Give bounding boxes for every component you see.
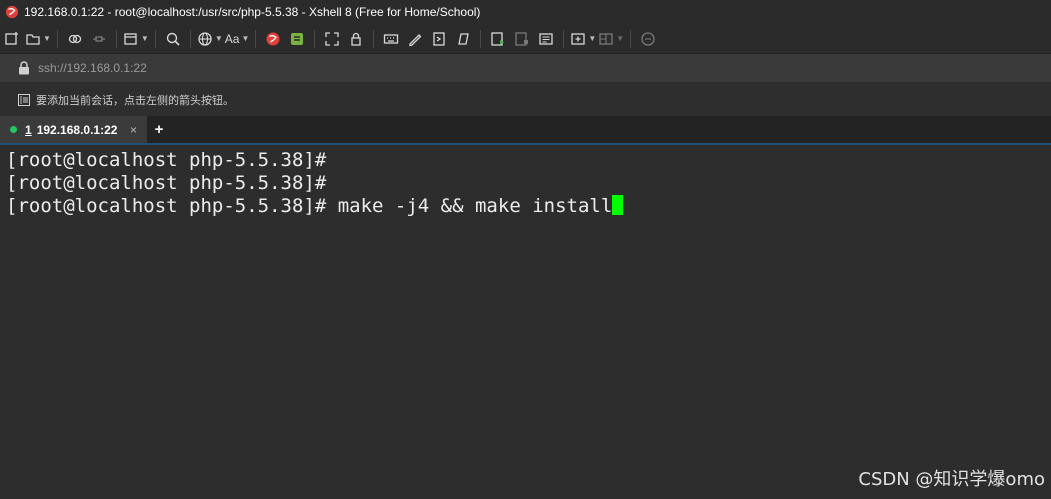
reconnect-icon bbox=[68, 34, 82, 43]
tab-session-1[interactable]: 1 192.168.0.1:22 × bbox=[0, 116, 147, 143]
chevron-down-icon: ▼ bbox=[140, 34, 149, 43]
new-window-icon bbox=[124, 32, 137, 45]
chat-button[interactable] bbox=[637, 28, 659, 50]
terminal-line-text: [root@localhost php-5.5.38]# make -j4 &&… bbox=[6, 195, 613, 217]
layout-button[interactable]: ▼ bbox=[598, 28, 624, 50]
sftp-button[interactable] bbox=[452, 28, 474, 50]
lock-icon bbox=[19, 61, 29, 75]
toolbar-separator bbox=[115, 29, 117, 48]
session-hint-bar: 要添加当前会话，点击左侧的箭头按钮。 bbox=[0, 84, 1051, 116]
xftp-icon bbox=[291, 32, 304, 45]
title-bar: 192.168.0.1:22 - root@localhost:/usr/src… bbox=[0, 0, 1051, 24]
terminal-line-current: [root@localhost php-5.5.38]# make -j4 &&… bbox=[0, 195, 1051, 218]
toolbar-separator bbox=[563, 29, 565, 48]
close-tab-icon[interactable]: × bbox=[130, 123, 137, 137]
start-recording-icon bbox=[491, 31, 505, 46]
session-bar-arrow-icon[interactable] bbox=[18, 94, 30, 106]
stop-recording-icon bbox=[515, 31, 529, 46]
toolbar-separator bbox=[314, 29, 316, 48]
globe-icon bbox=[198, 31, 212, 46]
keyboard-button[interactable] bbox=[380, 28, 402, 50]
toolbar-separator bbox=[480, 29, 482, 48]
watermark: CSDN @知识学爆omo bbox=[858, 469, 1045, 490]
chevron-down-icon: ▼ bbox=[241, 34, 250, 43]
xshell-icon bbox=[266, 32, 280, 45]
address-url[interactable]: ssh://192.168.0.1:22 bbox=[38, 61, 147, 75]
terminal-area[interactable]: [root@localhost php-5.5.38]# [root@local… bbox=[0, 145, 1051, 499]
chevron-down-icon: ▼ bbox=[43, 34, 51, 43]
toolbar-separator bbox=[189, 29, 191, 48]
session-hint-text: 要添加当前会话，点击左侧的箭头按钮。 bbox=[36, 95, 234, 107]
disconnect-icon bbox=[92, 35, 105, 42]
toolbar-separator bbox=[154, 29, 156, 48]
fullscreen-icon bbox=[325, 31, 340, 46]
log-button[interactable] bbox=[535, 28, 557, 50]
stop-recording-button[interactable] bbox=[511, 28, 533, 50]
compose-button[interactable] bbox=[404, 28, 426, 50]
window-title: 192.168.0.1:22 - root@localhost:/usr/src… bbox=[24, 5, 481, 19]
font-icon: Aa bbox=[224, 31, 240, 46]
keyboard-icon bbox=[384, 33, 399, 44]
chevron-down-icon: ▼ bbox=[588, 34, 597, 43]
address-bar[interactable]: ssh://192.168.0.1:22 bbox=[0, 54, 1051, 82]
xshell-logo-icon bbox=[5, 5, 19, 19]
reconnect-button[interactable] bbox=[64, 28, 86, 50]
font-button[interactable]: Aa ▼ bbox=[225, 28, 250, 50]
xshell-button[interactable] bbox=[262, 28, 284, 50]
layout-icon bbox=[599, 32, 613, 45]
search-icon bbox=[166, 32, 180, 46]
new-tab-button[interactable]: ▼ bbox=[570, 28, 596, 50]
disconnect-button[interactable] bbox=[88, 28, 110, 50]
tab-label: 192.168.0.1:22 bbox=[36, 122, 118, 137]
lock-icon bbox=[351, 32, 362, 46]
open-session-button[interactable]: ▼ bbox=[25, 28, 51, 50]
connection-status-icon bbox=[10, 126, 17, 133]
tab-number: 1 bbox=[25, 122, 32, 137]
start-recording-button[interactable] bbox=[487, 28, 509, 50]
tab-bar: 1 192.168.0.1:22 × + bbox=[0, 116, 1051, 145]
new-session-icon bbox=[5, 31, 18, 45]
xftp-button[interactable] bbox=[286, 28, 308, 50]
search-button[interactable] bbox=[162, 28, 184, 50]
fullscreen-button[interactable] bbox=[321, 28, 343, 50]
new-session-button[interactable] bbox=[1, 28, 23, 50]
terminal-line: [root@localhost php-5.5.38]# bbox=[6, 149, 327, 171]
sftp-icon bbox=[458, 32, 470, 45]
terminal-cursor bbox=[612, 195, 624, 215]
chevron-down-icon: ▼ bbox=[214, 34, 223, 43]
script-icon bbox=[433, 31, 446, 46]
terminal-line: [root@localhost php-5.5.38]# bbox=[6, 172, 327, 194]
toolbar-separator bbox=[373, 29, 375, 48]
toolbar: ▼ ▼ ▼ Aa ▼ ▼ ▼ bbox=[0, 24, 1051, 54]
chat-icon bbox=[641, 31, 655, 46]
new-tab-icon bbox=[571, 32, 586, 45]
chevron-down-icon: ▼ bbox=[616, 34, 625, 43]
toolbar-separator bbox=[56, 29, 58, 48]
script-button[interactable] bbox=[428, 28, 450, 50]
new-window-button[interactable]: ▼ bbox=[123, 28, 149, 50]
log-icon bbox=[539, 32, 554, 45]
add-tab-button[interactable]: + bbox=[147, 116, 171, 143]
compose-icon bbox=[409, 33, 422, 46]
open-folder-icon bbox=[26, 33, 40, 45]
toolbar-separator bbox=[630, 29, 632, 48]
lock-button[interactable] bbox=[345, 28, 367, 50]
toolbar-separator bbox=[255, 29, 257, 48]
encoding-button[interactable]: ▼ bbox=[197, 28, 223, 50]
